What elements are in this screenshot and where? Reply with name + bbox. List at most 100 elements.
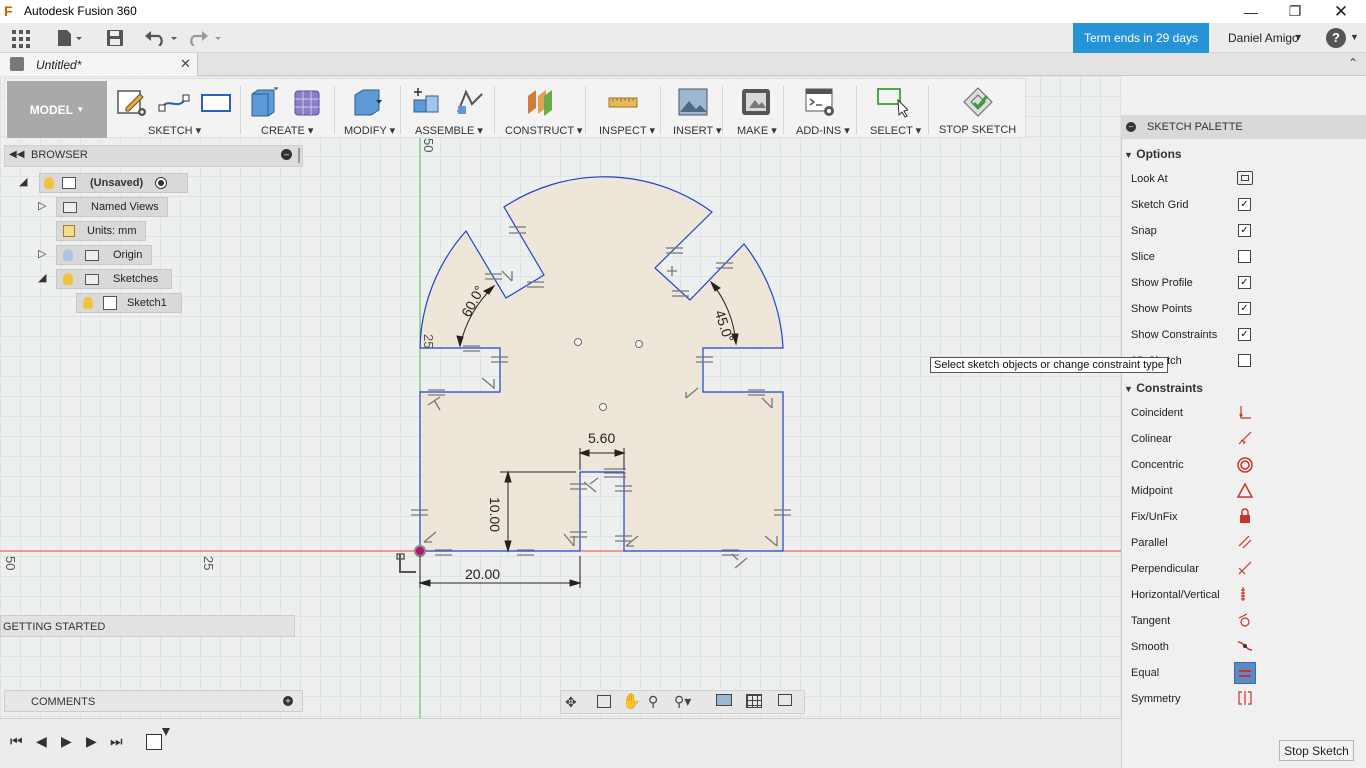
display-settings-icon[interactable]: [716, 694, 732, 706]
document-tab[interactable]: [0, 53, 198, 77]
dimension-width-20[interactable]: 20.00: [465, 566, 500, 582]
visibility-bulb-icon[interactable]: [83, 297, 93, 309]
add-comment-icon[interactable]: +: [283, 696, 293, 706]
insert-image-icon[interactable]: [677, 86, 709, 118]
collapse-browser-icon[interactable]: ◀◀: [9, 149, 24, 160]
create-menu[interactable]: CREATE ▾: [261, 124, 313, 137]
new-component-icon[interactable]: [410, 86, 442, 118]
browser-units[interactable]: Units: mm: [56, 221, 146, 241]
scripts-addins-icon[interactable]: [804, 86, 836, 118]
3d-print-icon[interactable]: [740, 86, 772, 118]
perpendicular-icon[interactable]: [1237, 560, 1253, 576]
symmetry-icon[interactable]: [1237, 690, 1253, 706]
workspace-switcher[interactable]: MODEL ▼: [7, 81, 107, 138]
select-icon[interactable]: [876, 86, 908, 118]
browser-root-node[interactable]: (Unsaved): [39, 173, 188, 193]
grid-settings-icon[interactable]: [746, 694, 762, 708]
measure-icon[interactable]: [607, 86, 639, 118]
help-icon[interactable]: ?: [1326, 28, 1346, 48]
palette-collapse-icon[interactable]: –: [1126, 122, 1136, 132]
close-tab-icon[interactable]: ✕: [180, 56, 191, 72]
assemble-menu[interactable]: ASSEMBLE ▾: [415, 124, 483, 137]
construct-menu[interactable]: CONSTRUCT ▾: [505, 124, 582, 137]
snap-checkbox[interactable]: ✓: [1238, 224, 1251, 237]
browser-sketch1[interactable]: Sketch1: [76, 293, 182, 313]
extrude-icon[interactable]: [248, 86, 280, 118]
show-points-checkbox[interactable]: ✓: [1238, 302, 1251, 315]
getting-started-panel[interactable]: GETTING STARTED: [0, 615, 295, 637]
coincident-icon[interactable]: [1237, 404, 1253, 420]
line-icon[interactable]: [158, 86, 190, 118]
show-constraints-checkbox[interactable]: ✓: [1238, 328, 1251, 341]
file-menu-icon[interactable]: [55, 27, 85, 49]
stop-sketch-button[interactable]: Stop Sketch: [1279, 740, 1354, 761]
joint-icon[interactable]: [454, 86, 486, 118]
browser-options-icon[interactable]: –: [281, 149, 292, 160]
timeline-back-icon[interactable]: ◀: [36, 733, 47, 750]
slice-checkbox[interactable]: [1238, 250, 1251, 263]
expand-sketches-icon[interactable]: ◢: [38, 271, 46, 284]
visibility-bulb-icon[interactable]: [63, 249, 73, 261]
save-icon[interactable]: [104, 27, 126, 49]
3d-sketch-checkbox[interactable]: [1238, 354, 1251, 367]
sketch-menu[interactable]: SKETCH ▾: [148, 124, 201, 137]
viewports-icon[interactable]: [778, 694, 792, 706]
timeline-end-icon[interactable]: ⏭: [110, 733, 123, 750]
tangent-icon[interactable]: [1237, 612, 1253, 628]
term-status-button[interactable]: Term ends in 29 days: [1073, 23, 1209, 53]
midpoint-icon[interactable]: [1236, 482, 1254, 500]
offset-plane-icon[interactable]: [524, 86, 556, 118]
timeline-sketch-feature-icon[interactable]: [146, 734, 162, 750]
comments-panel[interactable]: COMMENTS: [4, 690, 303, 712]
modify-menu[interactable]: MODIFY ▾: [344, 124, 395, 137]
inspect-menu[interactable]: INSPECT ▾: [599, 124, 655, 137]
select-menu[interactable]: SELECT ▾: [870, 124, 921, 137]
stop-sketch-icon[interactable]: [962, 86, 994, 118]
visibility-bulb-icon[interactable]: [44, 177, 54, 189]
lock-icon[interactable]: [1237, 508, 1253, 524]
help-caret-icon[interactable]: ▼: [1350, 32, 1359, 42]
timeline-play-icon[interactable]: ▶: [86, 733, 97, 750]
stop-sketch-toolbar-button[interactable]: STOP SKETCH: [939, 124, 1016, 136]
orbit-icon[interactable]: ✥: [565, 694, 577, 711]
visibility-bulb-icon[interactable]: [63, 273, 73, 285]
make-menu[interactable]: MAKE ▾: [737, 124, 777, 137]
active-radio-icon[interactable]: [155, 177, 168, 189]
redo-icon[interactable]: [188, 27, 224, 49]
horizontal-vertical-icon[interactable]: [1237, 586, 1253, 602]
look-at-nav-icon[interactable]: [597, 695, 611, 708]
timeline-start-icon[interactable]: ⏮: [10, 733, 23, 750]
sketch-grid-checkbox[interactable]: ✓: [1238, 198, 1251, 211]
close-window-button[interactable]: ✕: [1318, 0, 1364, 23]
dimension-width-5-60[interactable]: 5.60: [588, 430, 615, 446]
rectangle-icon[interactable]: [200, 86, 232, 118]
dimension-height-10[interactable]: 10.00: [487, 497, 503, 532]
smooth-icon[interactable]: [1237, 638, 1253, 654]
show-profile-checkbox[interactable]: ✓: [1238, 276, 1251, 289]
look-at-icon[interactable]: [1237, 171, 1253, 185]
minimize-button[interactable]: —: [1228, 0, 1274, 23]
fit-icon[interactable]: ⚲▾: [674, 693, 691, 710]
colinear-icon[interactable]: [1237, 430, 1253, 446]
form-icon[interactable]: [292, 86, 324, 118]
undo-icon[interactable]: [144, 27, 178, 49]
expand-origin-icon[interactable]: ▷: [38, 247, 46, 260]
user-caret-icon[interactable]: ▼: [1294, 32, 1303, 42]
browser-origin[interactable]: Origin: [56, 245, 152, 265]
pan-hand-icon[interactable]: ✋: [622, 692, 641, 710]
user-menu[interactable]: Daniel Amigo: [1228, 31, 1299, 45]
app-grid-icon[interactable]: [10, 28, 32, 50]
expand-named-views-icon[interactable]: ▷: [38, 199, 46, 212]
parallel-icon[interactable]: [1237, 534, 1253, 550]
options-section-header[interactable]: ▼ Options: [1124, 147, 1182, 161]
addins-menu[interactable]: ADD-INS ▾: [796, 124, 850, 137]
equal-icon[interactable]: [1234, 662, 1256, 684]
insert-menu[interactable]: INSERT ▾: [673, 124, 722, 137]
browser-named-views[interactable]: Named Views: [56, 197, 168, 217]
restore-button[interactable]: ❐: [1272, 0, 1318, 23]
create-sketch-icon[interactable]: [116, 86, 148, 118]
browser-sketches[interactable]: Sketches: [56, 269, 172, 289]
browser-pin-icon[interactable]: [298, 148, 300, 163]
press-pull-icon[interactable]: [352, 86, 384, 118]
concentric-icon[interactable]: [1236, 456, 1254, 474]
